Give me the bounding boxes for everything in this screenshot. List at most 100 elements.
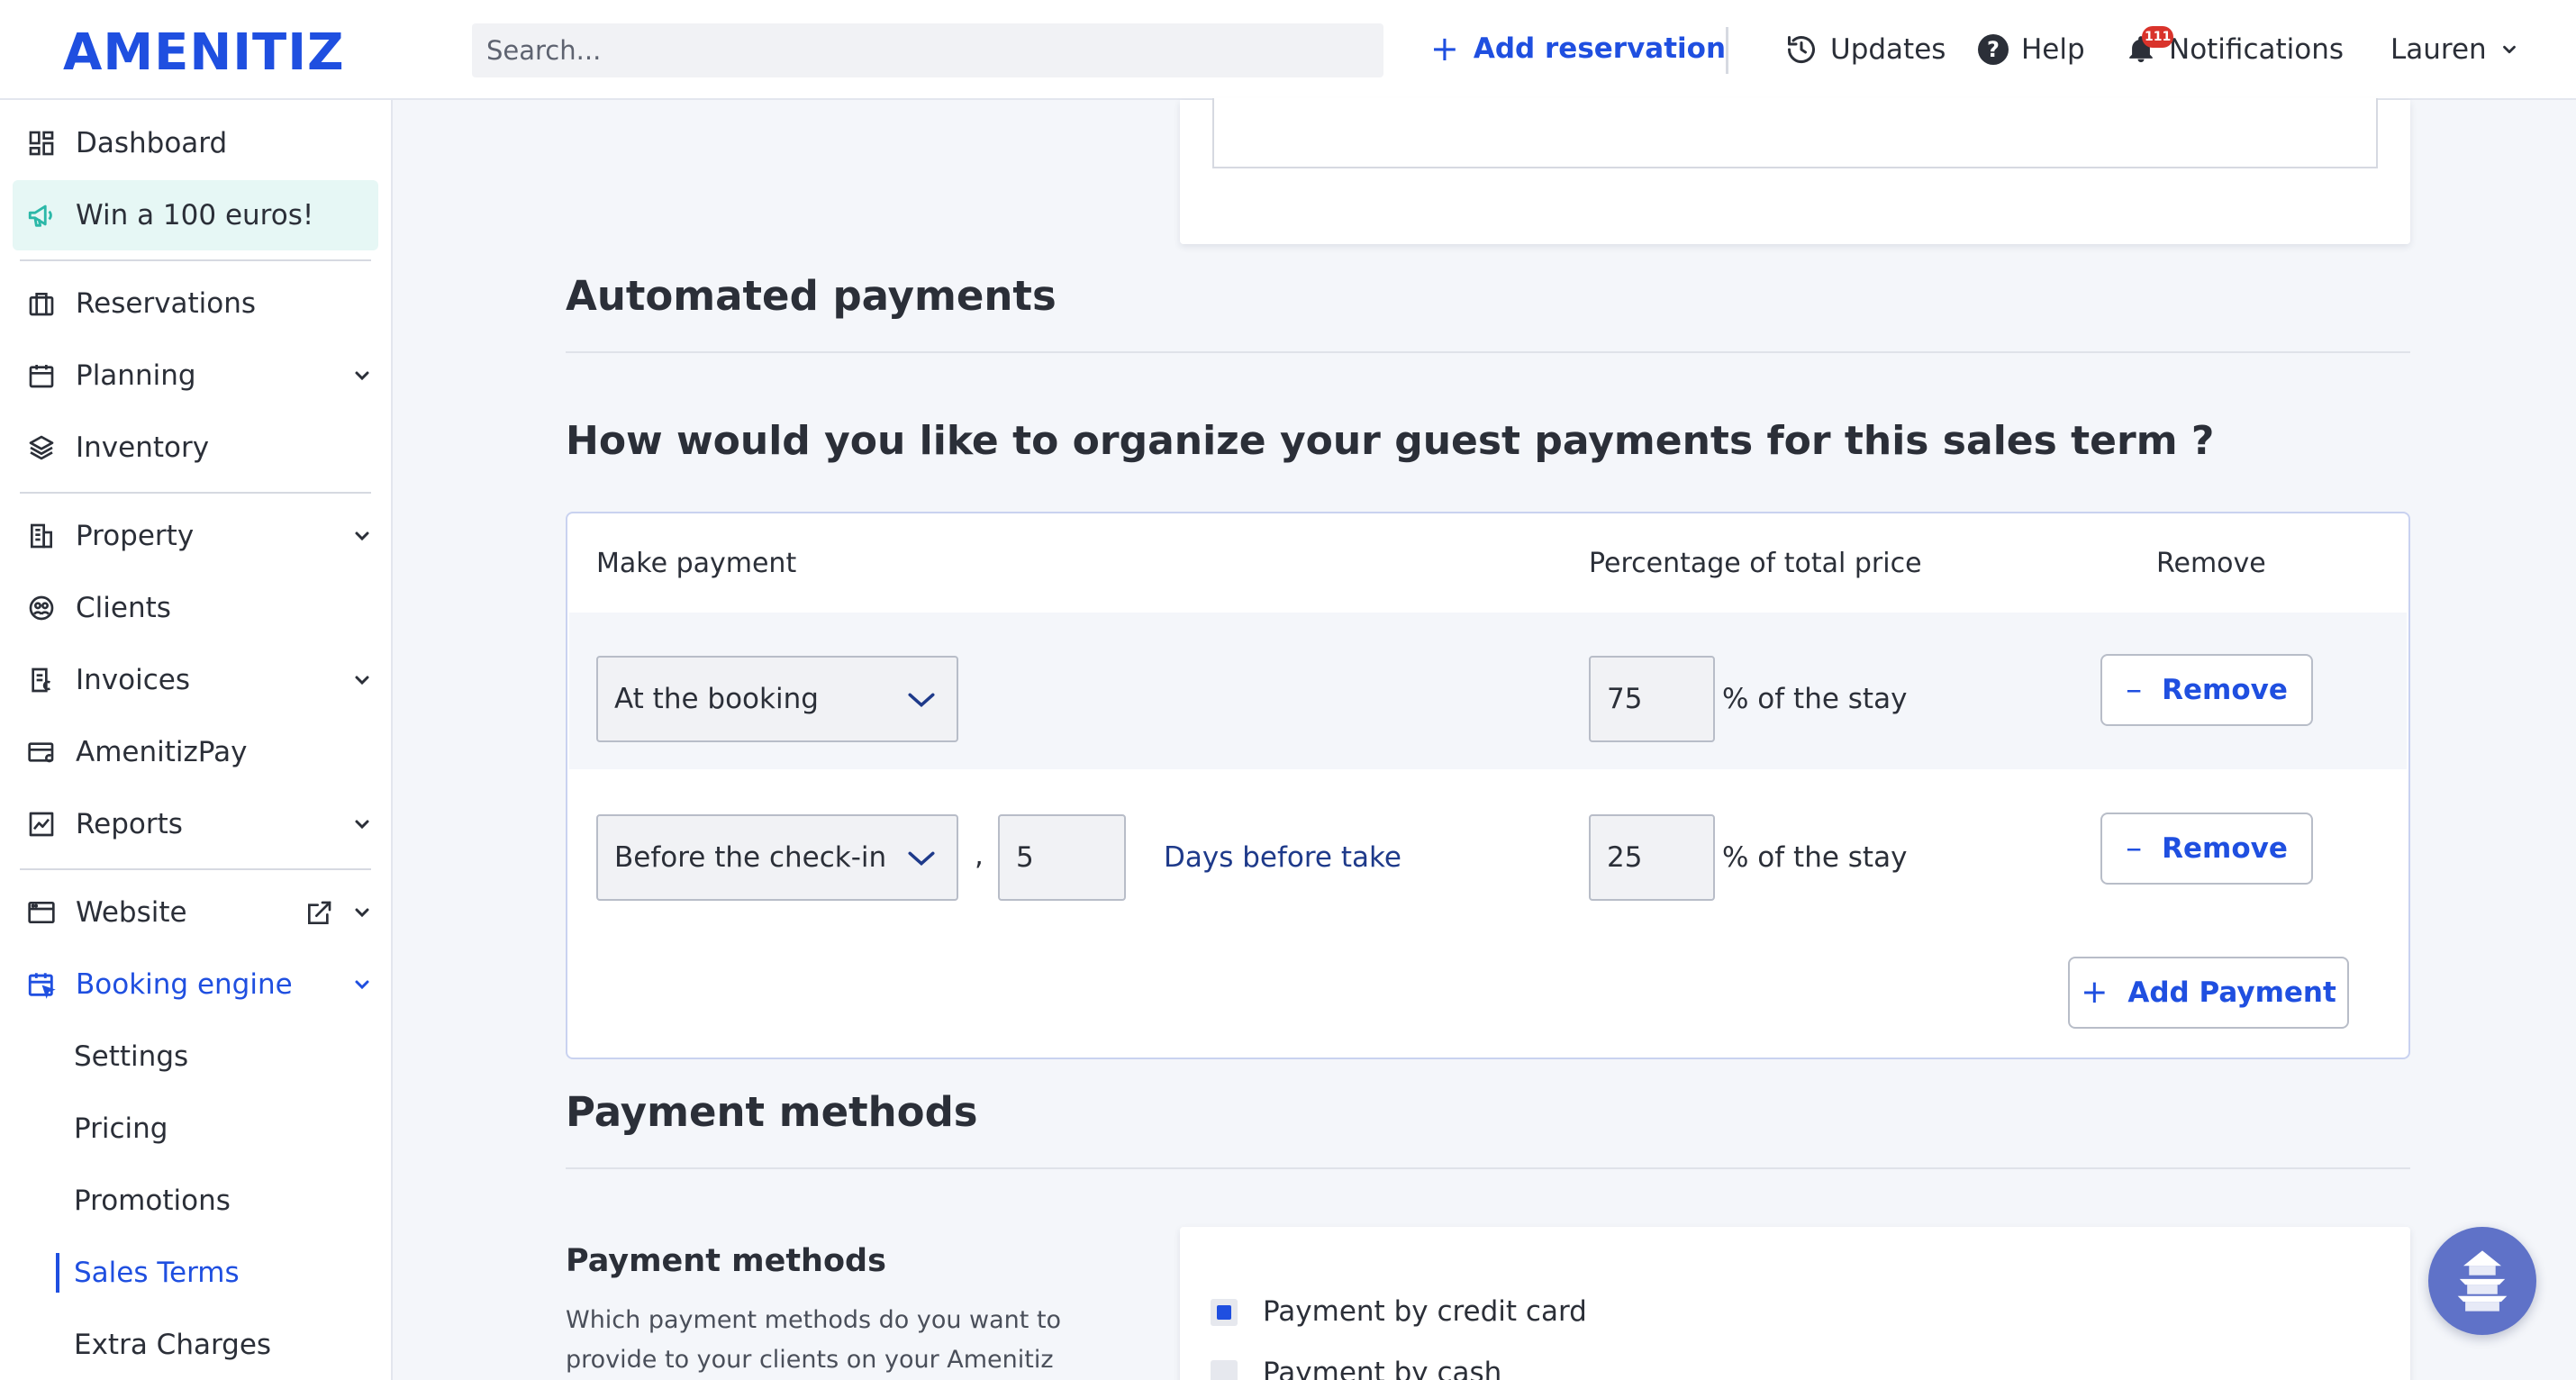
section-divider <box>566 1167 2410 1169</box>
sidebar-subitem-extra-charges[interactable]: Extra Charges <box>74 1317 271 1373</box>
remove-payment-button[interactable]: – Remove <box>2100 813 2313 885</box>
cash-checkbox[interactable] <box>1211 1360 1238 1380</box>
payment-methods-title: Payment methods <box>566 1088 978 1136</box>
chevron-down-icon[interactable] <box>351 669 373 691</box>
sidebar-item-label: Reports <box>76 808 183 840</box>
pagoda-icon <box>2457 1250 2508 1312</box>
remove-payment-button[interactable]: – Remove <box>2100 654 2313 726</box>
sidebar-subitem-pricing[interactable]: Pricing <box>74 1101 168 1157</box>
sidebar-item-label: Planning <box>76 359 196 392</box>
credit-card-label: Payment by credit card <box>1263 1295 1587 1328</box>
sidebar-divider <box>20 868 371 870</box>
history-icon <box>1788 36 1815 64</box>
chevron-down-icon[interactable] <box>351 365 373 386</box>
section-divider <box>566 351 2410 353</box>
column-header-remove: Remove <box>2156 548 2266 579</box>
column-header-make-payment: Make payment <box>596 548 797 579</box>
plus-icon: + <box>1430 29 1459 68</box>
sidebar-item-property[interactable]: Property <box>13 501 378 571</box>
cash-label: Payment by cash <box>1263 1357 1502 1380</box>
sidebar: Dashboard Win a 100 euros! Reservations … <box>0 100 393 1380</box>
help-label: Help <box>2021 33 2085 66</box>
sidebar-item-reservations[interactable]: Reservations <box>13 268 378 339</box>
text-editor-area[interactable] <box>1212 98 2378 168</box>
sidebar-item-label: Inventory <box>76 431 210 464</box>
chevron-down-icon[interactable] <box>351 813 373 835</box>
booking-engine-icon <box>25 968 58 1001</box>
updates-label: Updates <box>1830 33 1946 66</box>
external-link-icon[interactable] <box>304 899 333 928</box>
layers-icon <box>25 431 58 464</box>
chart-icon <box>25 808 58 840</box>
sidebar-item-website[interactable]: Website <box>13 877 378 948</box>
sidebar-item-label: Clients <box>76 592 171 624</box>
add-reservation-button[interactable]: + Add reservation <box>1430 29 1726 68</box>
updates-button[interactable]: Updates <box>1785 29 1946 70</box>
sidebar-divider <box>20 492 371 494</box>
dashboard-icon <box>25 127 58 159</box>
payment-schedule-table: Make payment Percentage of total price R… <box>566 512 2410 1059</box>
browser-icon <box>25 896 58 929</box>
card-icon <box>25 736 58 768</box>
minus-icon: – <box>2126 671 2143 708</box>
select-value: At the booking <box>614 683 819 715</box>
percentage-input[interactable] <box>1589 656 1715 742</box>
chevron-down-icon <box>908 693 935 708</box>
chevron-down-icon <box>908 851 935 867</box>
sidebar-item-inventory[interactable]: Inventory <box>13 413 378 483</box>
percentage-input[interactable] <box>1589 814 1715 901</box>
sidebar-item-dashboard[interactable]: Dashboard <box>13 108 378 178</box>
sidebar-subitem-sales-terms[interactable]: Sales Terms <box>74 1245 240 1301</box>
megaphone-icon <box>25 199 58 232</box>
sidebar-item-reports[interactable]: Reports <box>13 789 378 859</box>
add-payment-label: Add Payment <box>2127 976 2336 1009</box>
chevron-down-icon[interactable] <box>351 902 373 923</box>
brand-logo[interactable]: AMENITIZ <box>63 23 345 82</box>
percent-suffix: % of the stay <box>1722 683 1908 715</box>
add-payment-button[interactable]: + Add Payment <box>2068 957 2349 1029</box>
sidebar-subitem-promotions[interactable]: Promotions <box>74 1173 231 1229</box>
credit-card-checkbox[interactable] <box>1211 1299 1238 1326</box>
sidebar-item-booking-engine[interactable]: Booking engine <box>13 949 378 1020</box>
user-name: Lauren <box>2390 33 2487 66</box>
sidebar-subitem-settings[interactable]: Settings <box>74 1029 188 1085</box>
chevron-down-icon[interactable] <box>351 525 373 547</box>
sidebar-item-label: Win a 100 euros! <box>76 199 314 232</box>
days-input[interactable] <box>998 814 1126 901</box>
top-bar: AMENITIZ + Add reservation Updates ? Hel… <box>0 0 2576 100</box>
sidebar-item-label: AmenitizPay <box>76 736 248 768</box>
sidebar-item-promo[interactable]: Win a 100 euros! <box>13 180 378 250</box>
help-icon: ? <box>1978 34 2009 65</box>
sidebar-item-invoices[interactable]: Invoices <box>13 645 378 715</box>
text-editor-card <box>1180 98 2410 244</box>
search-input[interactable] <box>472 23 1383 77</box>
payment-methods-description: Which payment methods do you want to pro… <box>566 1306 1062 1374</box>
notifications-button[interactable]: 111 Notifications <box>2126 26 2344 70</box>
clients-icon <box>25 592 58 624</box>
sidebar-item-planning[interactable]: Planning <box>13 340 378 411</box>
add-reservation-label: Add reservation <box>1473 32 1727 65</box>
percent-suffix: % of the stay <box>1722 841 1908 874</box>
remove-label: Remove <box>2162 832 2288 865</box>
sidebar-item-label: Booking engine <box>76 968 293 1001</box>
remove-label: Remove <box>2162 674 2288 706</box>
help-button[interactable]: ? Help <box>1978 29 2085 70</box>
building-icon <box>25 520 58 552</box>
payment-timing-select[interactable]: Before the check-in <box>596 814 958 901</box>
chevron-down-icon <box>2502 45 2516 54</box>
user-menu[interactable]: Lauren <box>2390 29 2519 70</box>
invoice-icon <box>25 664 58 696</box>
sidebar-divider <box>20 259 371 261</box>
sidebar-item-amenitizpay[interactable]: AmenitizPay <box>13 717 378 787</box>
calendar-icon <box>25 359 58 392</box>
assistant-chat-button[interactable] <box>2428 1227 2536 1335</box>
sidebar-item-label: Dashboard <box>76 127 228 159</box>
sidebar-item-clients[interactable]: Clients <box>13 573 378 643</box>
payment-methods-card: Payment by credit card Payment by cash <box>1180 1227 2410 1380</box>
payment-timing-select[interactable]: At the booking <box>596 656 958 742</box>
sidebar-item-label: Website <box>76 896 187 929</box>
minus-icon: – <box>2126 830 2143 867</box>
chevron-down-icon[interactable] <box>351 974 373 995</box>
briefcase-icon <box>25 287 58 320</box>
days-before-link[interactable]: Days before take <box>1164 841 1401 874</box>
